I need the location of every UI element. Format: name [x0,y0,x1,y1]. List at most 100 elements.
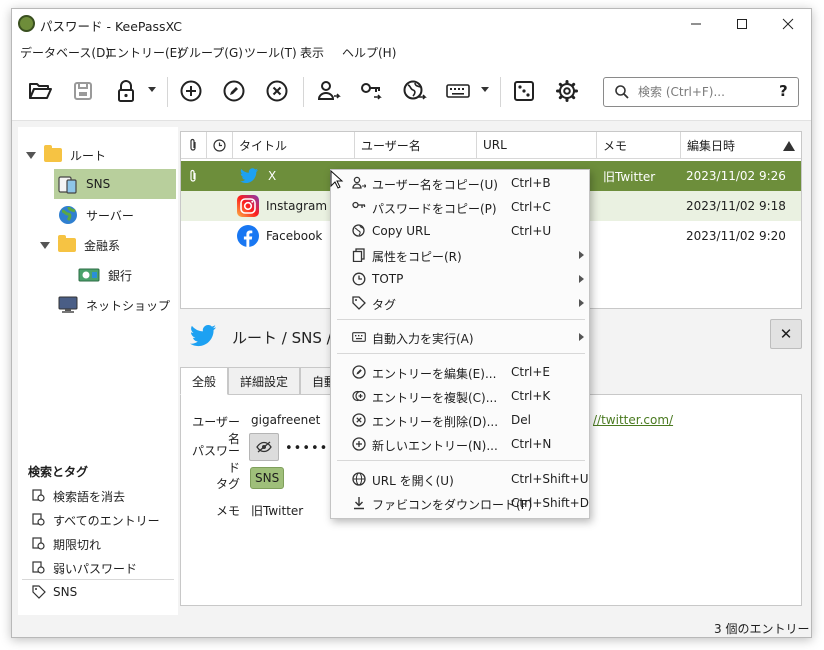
modified-column-header[interactable]: 編集日時 [681,132,801,159]
menu-download-favicon[interactable]: ファビコンをダウンロード(F) Ctrl+Shift+D [331,491,589,515]
globe-copy-icon [352,224,366,238]
menu-copy-username[interactable]: ユーザー名をコピー(U) Ctrl+B [331,171,589,195]
tab-general[interactable]: 全般 [180,367,228,395]
group-server[interactable]: サーバー [58,201,178,229]
keyboard-icon [352,330,366,344]
expand-triangle-icon[interactable] [40,241,50,249]
menu-clone-entry[interactable]: エントリーを複製(C)... Ctrl+K [331,384,589,408]
group-sns[interactable]: SNS [54,169,176,199]
toolbar-separator [167,77,168,107]
menu-label: 新しいエントリー(N)... [372,439,498,453]
delete-circle-icon [266,80,288,102]
menu-label: エントリーを複製(C)... [372,391,498,405]
menu-tools[interactable]: ツール(T) [244,44,297,61]
toolbar-separator [303,77,304,107]
folder-icon [44,145,62,162]
menu-shortcut: Ctrl+K [511,389,551,403]
group-finance[interactable]: 金融系 [40,231,178,259]
tag-sns-item[interactable]: SNS [32,581,77,603]
menu-edit-entry[interactable]: エントリーを編集(E)... Ctrl+E [331,360,589,384]
copy-username-button[interactable] [312,74,346,108]
lock-database-button[interactable] [109,74,143,108]
group-netshop[interactable]: ネットショップ [58,291,178,319]
menu-entry[interactable]: エントリー(E) [105,44,182,61]
submenu-arrow-icon [579,333,584,341]
menu-database[interactable]: データベース(D) [20,44,110,61]
title-cell: Instagram [237,191,327,221]
menu-separator [337,319,585,320]
search-box[interactable]: ? [603,77,799,107]
dice-icon [514,81,534,101]
group-label: ネットショップ [86,298,171,313]
edit-circle-icon [223,80,245,102]
expand-triangle-icon[interactable] [26,151,36,159]
keyboard-icon [446,84,470,98]
sort-ascending-icon [783,141,795,151]
toggle-password-button[interactable] [249,433,279,461]
menu-view[interactable]: 表示 [300,44,324,61]
menu-copy-password[interactable]: パスワードをコピー(P) Ctrl+C [331,195,589,219]
password-generator-button[interactable] [507,74,541,108]
settings-button[interactable] [550,74,584,108]
menu-help[interactable]: ヘルプ(H) [342,44,396,61]
url-link[interactable]: //twitter.com/ [593,413,673,427]
url-column-header[interactable]: URL [477,132,597,159]
username-column-header[interactable]: ユーザー名 [355,132,477,159]
autotype-dropdown-icon[interactable] [481,87,489,92]
delete-icon [352,413,366,427]
menu-separator [337,460,585,461]
search-help-button[interactable]: ? [779,82,788,100]
open-url-button[interactable] [398,74,432,108]
add-icon [352,437,366,451]
search-input[interactable] [638,83,768,101]
memo-label: メモ [215,504,240,518]
submenu-arrow-icon [579,251,584,259]
menu-totp[interactable]: TOTP [331,267,589,291]
group-root[interactable]: ルート [26,141,176,169]
add-entry-button[interactable] [174,74,208,108]
tab-advanced[interactable]: 詳細設定 [228,367,300,395]
tag-divider [22,579,174,580]
menu-shortcut: Ctrl+Shift+D [511,496,589,510]
open-database-button[interactable] [23,74,57,108]
menu-delete-entry[interactable]: エントリーを削除(D)... Del [331,408,589,432]
maximize-button[interactable] [719,9,765,39]
search-db-icon [32,561,45,574]
expiry-column-header[interactable] [207,132,233,159]
weak-passwords-item[interactable]: 弱いパスワード [32,557,137,579]
close-window-button[interactable] [765,9,811,39]
delete-entry-button[interactable] [260,74,294,108]
menu-new-entry[interactable]: 新しいエントリー(N)... Ctrl+N [331,432,589,456]
menu-autotype[interactable]: 自動入力を実行(A) [331,325,589,349]
group-bank[interactable]: 銀行 [78,261,178,289]
toolbar: ? [12,63,811,121]
autotype-button[interactable] [441,74,475,108]
lock-dropdown-icon[interactable] [148,87,156,92]
clear-search-item[interactable]: 検索語を消去 [32,485,125,507]
twitter-bird-icon [240,168,258,183]
entry-title: X [268,169,277,183]
minimize-button[interactable] [673,9,719,39]
menu-group[interactable]: グループ(G) [177,44,243,61]
key-copy-icon [352,200,366,214]
menu-open-url[interactable]: URL を開く(U) Ctrl+Shift+U [331,467,589,491]
group-label: SNS [86,177,111,191]
all-entries-item[interactable]: すべてのエントリー [32,509,160,531]
menu-copy-url[interactable]: Copy URL Ctrl+U [331,219,589,243]
title-column-header[interactable]: タイトル [233,132,355,159]
close-details-button[interactable]: ✕ [770,319,802,349]
password-label: パスワード [191,444,240,475]
attachment-column-header[interactable] [181,132,207,159]
expired-item[interactable]: 期限切れ [32,533,101,555]
menu-tags[interactable]: タグ [331,291,589,315]
copy-password-button[interactable] [355,74,389,108]
modified-cell: 2023/11/02 9:18 [686,199,786,213]
search-tags-title: 検索とタグ [28,465,89,479]
memo-column-header[interactable]: メモ [597,132,681,159]
copy-icon [352,248,366,262]
menu-copy-attribute[interactable]: 属性をコピー(R) [331,243,589,267]
edit-entry-button[interactable] [217,74,251,108]
menu-shortcut: Ctrl+C [511,200,551,214]
tag-label: タグ [215,477,240,491]
save-database-button[interactable] [66,74,100,108]
